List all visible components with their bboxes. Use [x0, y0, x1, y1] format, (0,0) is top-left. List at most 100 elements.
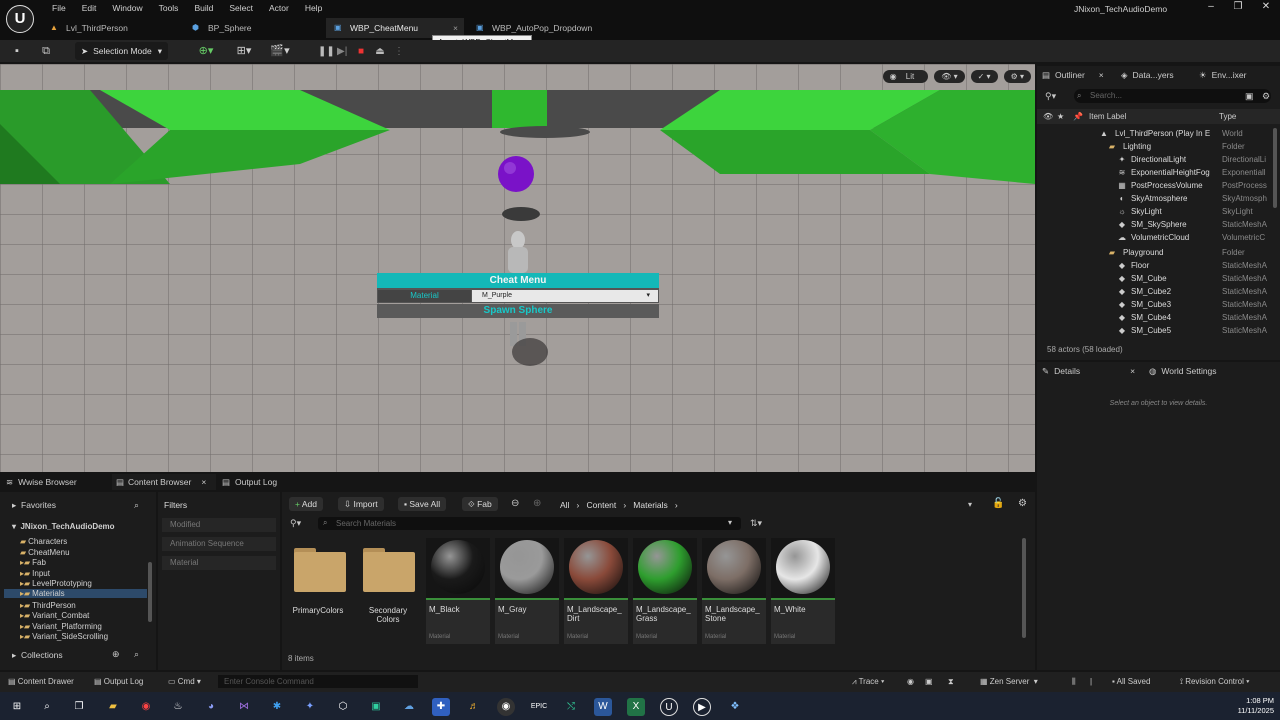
- tab-data-layers[interactable]: ◈ Data...yers: [1121, 66, 1191, 84]
- outliner-row[interactable]: ◆ SM_Cube5 StaticMeshA: [1037, 325, 1280, 338]
- assets-scrollbar[interactable]: [1022, 538, 1026, 638]
- menu-window[interactable]: Window: [104, 3, 150, 13]
- unity-icon[interactable]: ⬡: [334, 698, 352, 716]
- level-viewport[interactable]: ◉ Lit 👁 ▾ ✓ ▾ ⚙ ▾ Cheat Menu Material M_…: [0, 64, 1035, 472]
- outliner-search-input[interactable]: Search...: [1074, 89, 1271, 103]
- filter-icon[interactable]: ⚲▾: [290, 518, 301, 529]
- tab-level[interactable]: ▲ Lvl_ThirdPerson: [42, 18, 182, 38]
- menu-tools[interactable]: Tools: [151, 3, 187, 13]
- import-button[interactable]: ⇩ Import: [338, 497, 384, 511]
- asset-tile[interactable]: M_Landscape_ Stone Material: [702, 538, 766, 644]
- chevron-down-icon[interactable]: ▾: [728, 518, 732, 527]
- excel-icon[interactable]: X: [627, 698, 645, 716]
- content-drawer-button[interactable]: ▤ Content Drawer: [8, 677, 74, 686]
- spawn-sphere-button[interactable]: Spawn Sphere: [377, 304, 659, 318]
- git-icon[interactable]: ⤭: [562, 698, 580, 716]
- selection-mode-dropdown[interactable]: ➤ Selection Mode ▾: [75, 42, 168, 60]
- network-app-icon[interactable]: ☁: [400, 698, 418, 716]
- outliner-row[interactable]: ▰ Playground Folder: [1037, 247, 1280, 260]
- discord-icon[interactable]: ◕: [202, 698, 220, 716]
- pin-icon[interactable]: 📌: [1073, 112, 1083, 121]
- outliner-row[interactable]: ≋ ExponentialHeightFog Exponentiall: [1037, 167, 1280, 180]
- unreal-logo-icon[interactable]: U: [6, 5, 34, 33]
- folder-item[interactable]: ▰ Characters: [20, 537, 67, 546]
- folder-item[interactable]: ▸▰ Variant_SideScrolling: [20, 632, 108, 641]
- asset-tile[interactable]: M_Landscape_ Grass Material: [633, 538, 697, 644]
- folder-item[interactable]: ▸▰ ThirdPerson: [20, 601, 76, 610]
- tab-env-mixer[interactable]: ☀ Env...ixer: [1199, 66, 1269, 84]
- history-forward-icon[interactable]: ⊕: [533, 498, 541, 509]
- unreal-engine-icon[interactable]: U: [660, 698, 678, 716]
- close-icon[interactable]: ×: [201, 477, 206, 487]
- close-icon[interactable]: ×: [1099, 70, 1104, 80]
- add-collection-icon[interactable]: ⊕: [112, 649, 120, 660]
- outliner-row[interactable]: ☁ VolumetricCloud VolumetricC: [1037, 232, 1280, 245]
- favorites-section[interactable]: ▸ Favorites: [12, 500, 56, 511]
- material-dropdown[interactable]: M_Purple ▾: [472, 289, 658, 302]
- tab-details[interactable]: ✎ Details ×: [1042, 362, 1142, 380]
- add-actor-icon[interactable]: ⊕▾: [194, 43, 218, 59]
- asset-tile[interactable]: M_Landscape_ Dirt Material: [564, 538, 628, 644]
- add-button[interactable]: + Add: [289, 497, 323, 511]
- windows-start-icon[interactable]: ⊞: [8, 698, 26, 716]
- outliner-row[interactable]: ◆ SM_SkySphere StaticMeshA: [1037, 219, 1280, 232]
- file-explorer-icon[interactable]: ▰: [104, 698, 122, 716]
- tab-outliner[interactable]: ▤ Outliner ×: [1042, 66, 1114, 84]
- asset-tile[interactable]: M_Gray Material: [495, 538, 559, 644]
- fab-button[interactable]: ⟐ Fab: [462, 497, 498, 511]
- console-input[interactable]: Enter Console Command: [218, 675, 418, 688]
- settings-icon[interactable]: ⚙: [1262, 91, 1270, 102]
- task-view-icon[interactable]: ❐: [70, 698, 88, 716]
- col-type[interactable]: Type: [1219, 112, 1236, 121]
- close-tab-icon[interactable]: ×: [453, 23, 458, 33]
- source-icon[interactable]: ⫼: [1072, 677, 1076, 687]
- snapshot-icon[interactable]: ▣: [925, 677, 933, 686]
- outliner-row[interactable]: ▰ Lighting Folder: [1037, 141, 1280, 154]
- menu-file[interactable]: File: [44, 3, 74, 13]
- folder-item-selected[interactable]: ▸▰ Materials: [4, 589, 147, 598]
- collections-section[interactable]: ▸ Collections: [12, 650, 63, 661]
- output-log-button[interactable]: ▤ Output Log: [94, 677, 143, 686]
- folder-primary-colors[interactable]: [290, 544, 346, 594]
- folder-item[interactable]: ▸▰ Variant_Platforming: [20, 622, 102, 631]
- lock-icon[interactable]: 🔓: [992, 498, 1004, 509]
- save-icon[interactable]: ▪: [10, 43, 24, 59]
- menu-edit[interactable]: Edit: [74, 3, 105, 13]
- step-icon[interactable]: ▶|: [337, 46, 347, 57]
- breadcrumb-all[interactable]: All: [560, 500, 569, 510]
- tab-bp-sphere[interactable]: ⬢ BP_Sphere: [184, 18, 320, 38]
- show-flags-button[interactable]: 👁 ▾: [934, 70, 965, 83]
- outliner-row[interactable]: ◐ SkyAtmosphere SkyAtmosph: [1037, 193, 1280, 206]
- source-control-icon[interactable]: ⧉: [38, 43, 54, 59]
- chevron-down-icon[interactable]: ▾: [968, 500, 972, 509]
- maximize-icon[interactable]: ❐: [1224, 1, 1252, 15]
- tab-output-log[interactable]: ▤ Output Log: [222, 474, 302, 490]
- lit-mode-button[interactable]: ◉ Lit: [882, 70, 929, 83]
- outliner-row[interactable]: ◆ SM_Cube4 StaticMeshA: [1037, 312, 1280, 325]
- tab-content-browser[interactable]: ▤ Content Browser ×: [112, 474, 216, 490]
- audio-app-icon[interactable]: ♬: [465, 698, 483, 716]
- outliner-row[interactable]: ▦ PostProcessVolume PostProcess: [1037, 180, 1280, 193]
- outliner-row[interactable]: ✦ DirectionalLight DirectionalLi: [1037, 154, 1280, 167]
- breadcrumb-materials[interactable]: Materials: [633, 500, 667, 510]
- app-icon[interactable]: ✦: [301, 698, 319, 716]
- settings-icon[interactable]: ⚙: [1018, 498, 1027, 509]
- settings-app-icon[interactable]: ❖: [726, 698, 744, 716]
- filter-material[interactable]: Material: [162, 556, 276, 570]
- menu-build[interactable]: Build: [186, 3, 221, 13]
- pause-icon[interactable]: ❚❚: [318, 46, 335, 57]
- system-clock[interactable]: 1:08 PM 11/11/2025: [1238, 696, 1274, 716]
- tab-wwise-browser[interactable]: ≋ Wwise Browser: [6, 474, 106, 490]
- blueprint-menu-icon[interactable]: ⊞▾: [232, 43, 256, 59]
- menu-select[interactable]: Select: [221, 3, 261, 13]
- trace-dropdown[interactable]: ⩘ Trace ▾: [852, 677, 884, 687]
- chrome-icon[interactable]: ◉: [137, 698, 155, 716]
- outliner-row[interactable]: ◆ SM_Cube2 StaticMeshA: [1037, 286, 1280, 299]
- outliner-row[interactable]: ◆ SM_Cube3 StaticMeshA: [1037, 299, 1280, 312]
- revision-control-button[interactable]: ⟟ Revision Control ▾: [1180, 677, 1250, 687]
- slack-icon[interactable]: ✱: [268, 698, 286, 716]
- history-back-icon[interactable]: ⊖: [511, 498, 519, 509]
- breadcrumb-content[interactable]: Content: [586, 500, 616, 510]
- menu-actor[interactable]: Actor: [261, 3, 297, 13]
- outliner-row[interactable]: ▲ Lvl_ThirdPerson (Play In E World: [1037, 128, 1280, 141]
